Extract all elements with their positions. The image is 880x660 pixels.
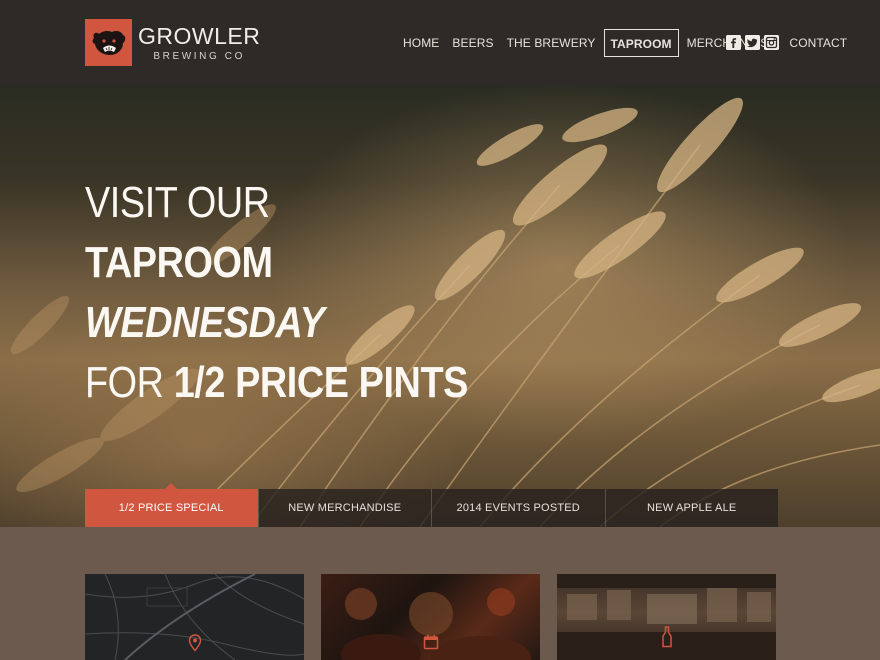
twitter-icon[interactable] <box>745 35 760 50</box>
map-pin-icon <box>188 634 201 652</box>
nav-contact[interactable]: CONTACT <box>784 29 852 57</box>
tab-half-price-special[interactable]: 1/2 PRICE SPECIAL <box>85 483 258 527</box>
bear-logo-icon <box>85 19 132 66</box>
main-nav: HOME BEERS THE BREWERY TAPROOM MERCHANDI… <box>398 29 855 57</box>
card-events[interactable] <box>321 574 540 660</box>
promo-tabs: 1/2 PRICE SPECIAL NEW MERCHANDISE 2014 E… <box>85 483 778 527</box>
calendar-icon <box>423 635 438 650</box>
social-links <box>726 35 779 50</box>
brand-name: GROWLER <box>138 22 261 49</box>
hero-banner: VISIT OUR TAPROOM WEDNESDAY FOR 1/2 PRIC… <box>0 85 880 527</box>
bottle-icon <box>661 626 672 648</box>
headline-line-3: WEDNESDAY <box>85 298 325 347</box>
tab-events-posted[interactable]: 2014 EVENTS POSTED <box>431 489 605 527</box>
tab-new-merchandise[interactable]: NEW MERCHANDISE <box>257 489 431 527</box>
card-taproom[interactable] <box>557 574 776 660</box>
headline-line-4-prefix: FOR <box>85 358 164 407</box>
headline-line-4: FOR 1/2 PRICE PINTS <box>85 353 468 413</box>
facebook-icon[interactable] <box>726 35 741 50</box>
nav-home[interactable]: HOME <box>398 29 444 57</box>
headline-line-4-bold: 1/2 PRICE PINTS <box>173 358 469 407</box>
tab-new-apple-ale[interactable]: NEW APPLE ALE <box>604 489 778 527</box>
nav-beers[interactable]: BEERS <box>447 29 498 57</box>
card-location-map[interactable] <box>85 574 304 660</box>
site-header: GROWLER BREWING CO HOME BEERS THE BREWER… <box>0 0 880 85</box>
logo[interactable]: GROWLER BREWING CO <box>85 19 260 66</box>
brand-subtitle: BREWING CO <box>153 50 245 62</box>
nav-the-brewery[interactable]: THE BREWERY <box>502 29 601 57</box>
headline-line-2: TAPROOM <box>85 238 273 287</box>
hero-headline: VISIT OUR TAPROOM WEDNESDAY FOR 1/2 PRIC… <box>85 173 530 413</box>
headline-line-1: VISIT OUR <box>85 178 270 227</box>
feature-cards <box>85 574 778 660</box>
nav-taproom[interactable]: TAPROOM <box>603 29 679 57</box>
instagram-icon[interactable] <box>764 35 779 50</box>
